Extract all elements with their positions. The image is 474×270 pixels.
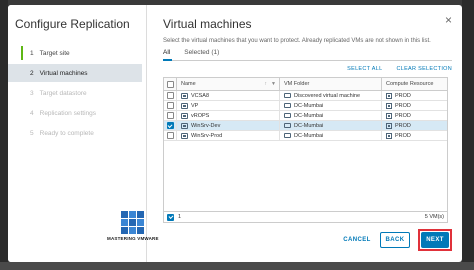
cluster-icon — [386, 102, 392, 109]
row-checkbox[interactable] — [166, 122, 174, 129]
select-all-checkbox-cell[interactable] — [164, 78, 177, 90]
wizard-sidebar: Configure Replication 1 Target site 2 Vi… — [8, 5, 159, 262]
step-target-site[interactable]: 1 Target site — [8, 44, 146, 62]
table-row[interactable]: VCSA8 Discovered virtual machine PROD — [164, 91, 447, 101]
vm-name: WinSrv-Prod — [191, 132, 223, 139]
filter-icon[interactable]: ▼ — [271, 81, 276, 87]
vm-datagrid: Name ↑ ▼ VM Folder Compute Resource VCSA… — [163, 77, 448, 223]
step-number: 4 — [30, 109, 34, 117]
next-button[interactable]: NEXT — [421, 232, 449, 248]
row-checkbox[interactable] — [166, 102, 174, 109]
table-row[interactable]: VP DC-Mumbai PROD — [164, 101, 447, 111]
page-subtitle: Select the virtual machines that you wan… — [163, 38, 431, 44]
selected-count: 1 — [178, 214, 182, 220]
step-number: 5 — [30, 129, 34, 137]
step-label: Virtual machines — [39, 69, 88, 77]
row-checkbox[interactable] — [166, 112, 174, 119]
row-checkbox[interactable] — [166, 132, 174, 139]
folder-icon — [284, 103, 291, 108]
cluster-icon — [386, 132, 392, 139]
folder-icon — [284, 123, 291, 128]
column-name-label: Name — [181, 81, 196, 87]
vm-name: VCSA8 — [191, 92, 210, 99]
vm-folder: DC-Mumbai — [294, 102, 324, 109]
column-resource-label: Compute Resource — [386, 81, 434, 87]
grid-footer: 1 5 VM(s) — [164, 211, 447, 222]
header-checkbox[interactable] — [166, 80, 174, 88]
footer-selection-checkbox[interactable] — [167, 213, 174, 221]
compute-resource: PROD — [395, 112, 411, 119]
tab-all[interactable]: All — [163, 49, 173, 61]
vm-icon — [181, 112, 188, 119]
column-folder-label: VM Folder — [284, 81, 310, 87]
page-title: Virtual machines — [163, 17, 252, 31]
step-virtual-machines[interactable]: 2 Virtual machines — [8, 64, 142, 82]
close-icon[interactable]: × — [445, 14, 452, 26]
step-label: Ready to complete — [39, 129, 94, 137]
sort-icon[interactable]: ↑ — [265, 81, 268, 87]
folder-icon — [284, 93, 291, 98]
backdrop-right — [462, 0, 474, 270]
row-checkbox[interactable] — [166, 92, 174, 99]
cluster-icon — [386, 122, 392, 129]
table-row[interactable]: WinSrv-Prod DC-Mumbai PROD — [164, 131, 447, 141]
cube-logo-icon — [121, 211, 145, 234]
clear-selection-button[interactable]: CLEAR SELECTION — [396, 66, 452, 76]
wizard-footer: CANCEL BACK NEXT — [340, 229, 452, 251]
step-ready-to-complete: 5 Ready to complete — [8, 124, 146, 142]
column-compute-resource[interactable]: Compute Resource — [382, 78, 447, 90]
vm-name: vROPS — [191, 112, 210, 119]
table-row[interactable]: WinSrv-Dev DC-Mumbai PROD — [164, 121, 447, 131]
cancel-button[interactable]: CANCEL — [340, 232, 374, 248]
step-target-datastore: 3 Target datastore — [8, 84, 146, 102]
tab-selected[interactable]: Selected (1) — [184, 49, 219, 60]
backdrop-left — [0, 0, 8, 270]
grid-actions: SELECT ALL CLEAR SELECTION — [163, 66, 452, 76]
table-row[interactable]: vROPS DC-Mumbai PROD — [164, 111, 447, 121]
main-panel: Virtual machines × Select the virtual ma… — [147, 5, 462, 262]
vm-icon — [181, 132, 188, 139]
compute-resource: PROD — [395, 122, 411, 129]
cluster-icon — [386, 92, 392, 99]
compute-resource: PROD — [395, 132, 411, 139]
vm-name: VP — [191, 102, 199, 109]
vm-folder: DC-Mumbai — [294, 112, 324, 119]
vm-tabs: All Selected (1) — [163, 49, 452, 61]
vm-icon — [181, 102, 188, 109]
select-all-button[interactable]: SELECT ALL — [347, 66, 382, 76]
step-number: 2 — [30, 69, 34, 77]
vm-folder: DC-Mumbai — [294, 122, 324, 129]
vm-folder: Discovered virtual machine — [294, 92, 361, 99]
step-number: 3 — [30, 89, 34, 97]
next-button-highlight: NEXT — [418, 229, 452, 251]
wizard-title: Configure Replication — [15, 17, 130, 31]
step-label: Target datastore — [39, 89, 87, 97]
step-number: 1 — [30, 49, 34, 57]
backdrop-bottom — [0, 262, 474, 270]
configure-replication-dialog: Configure Replication 1 Target site 2 Vi… — [8, 5, 462, 262]
folder-icon — [284, 113, 291, 118]
step-label: Target site — [39, 49, 70, 57]
column-vm-folder[interactable]: VM Folder — [280, 78, 382, 90]
cluster-icon — [386, 112, 392, 119]
vm-icon — [181, 122, 188, 129]
total-count: 5 VM(s) — [424, 214, 444, 220]
step-label: Replication settings — [39, 109, 96, 117]
compute-resource: PROD — [395, 102, 411, 109]
vm-name: WinSrv-Dev — [191, 122, 221, 129]
column-name[interactable]: Name ↑ ▼ — [177, 78, 280, 90]
vm-icon — [181, 92, 188, 99]
back-button[interactable]: BACK — [380, 232, 410, 248]
compute-resource: PROD — [395, 92, 411, 99]
step-replication-settings: 4 Replication settings — [8, 104, 146, 122]
grid-header: Name ↑ ▼ VM Folder Compute Resource — [164, 78, 447, 91]
vm-folder: DC-Mumbai — [294, 132, 324, 139]
folder-icon — [284, 133, 291, 138]
